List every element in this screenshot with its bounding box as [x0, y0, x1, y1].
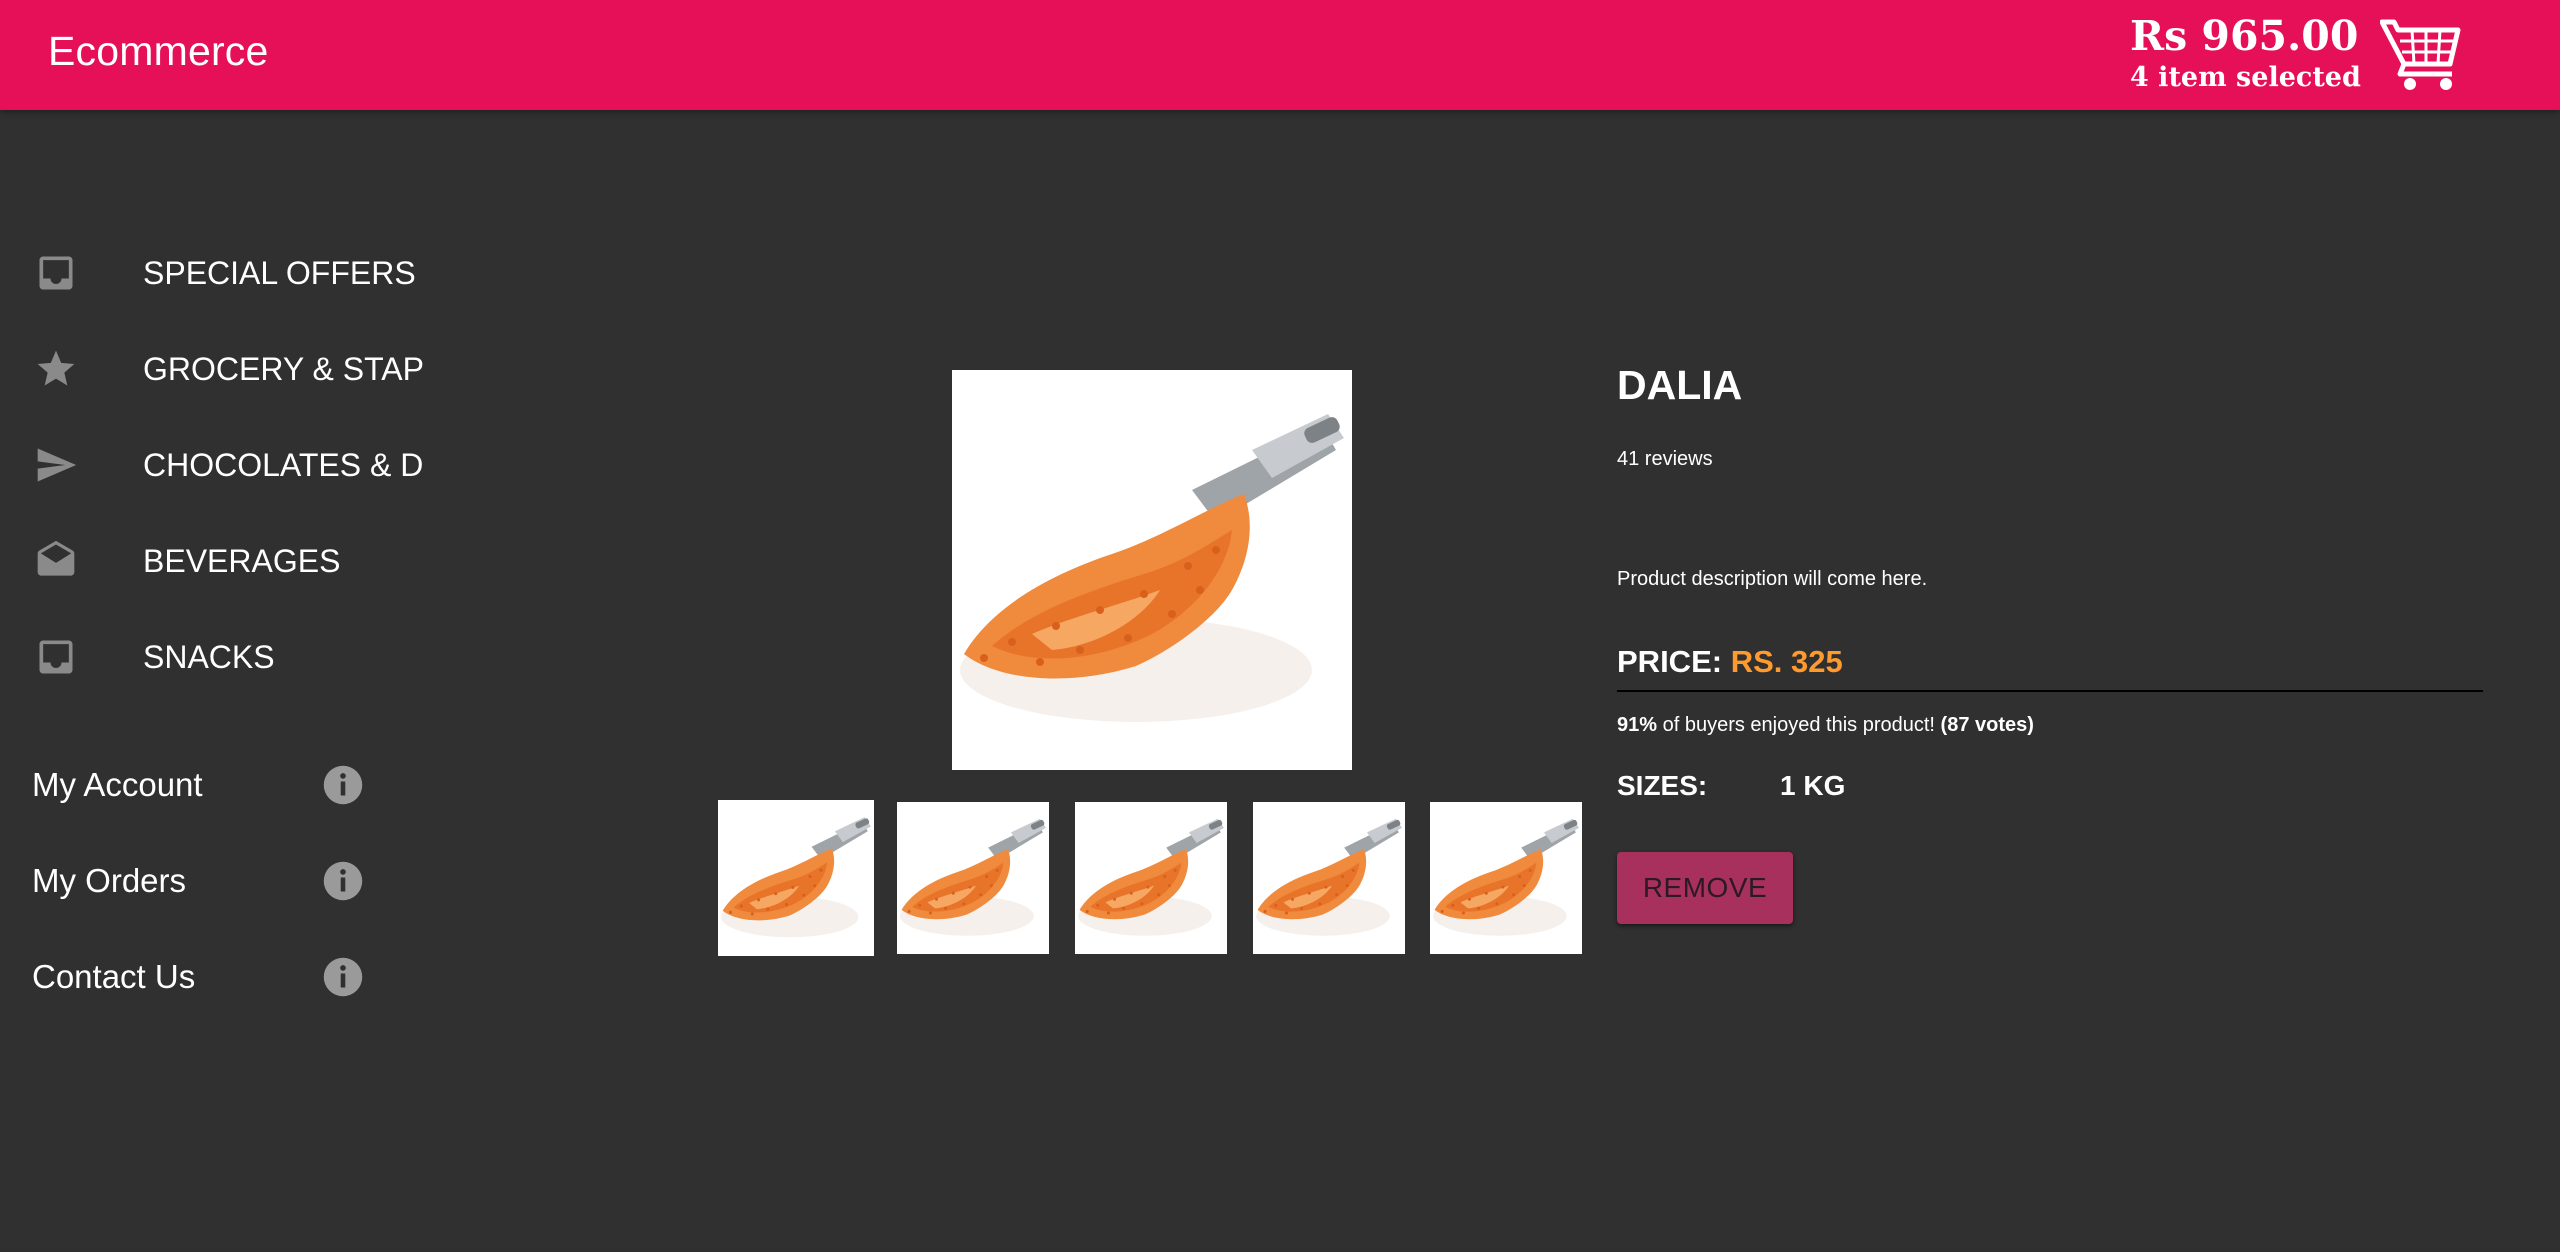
sidebar-link-my-orders[interactable]: My Orders [0, 841, 400, 921]
sidebar-link-label: My Orders [32, 862, 187, 899]
product-thumbnail-3[interactable] [1075, 802, 1227, 954]
vote-count: (87 votes) [1940, 714, 2034, 736]
inbox-icon [34, 635, 78, 679]
cart-total: Rs 965.00 [2130, 12, 2359, 60]
product-name: DALIA [1617, 362, 1743, 408]
sidebar-item-beverages[interactable]: BEVERAGES [0, 521, 420, 601]
star-icon [34, 347, 78, 391]
size-option[interactable]: 1 KG [1780, 770, 1845, 802]
sidebar-item-grocery[interactable]: GROCERY & STAP [0, 329, 424, 409]
sidebar-link-label: My Account [32, 766, 203, 803]
product-thumbnail-1[interactable] [718, 800, 874, 956]
rating-percent: 91% [1617, 714, 1658, 736]
product-thumbnail-5[interactable] [1430, 802, 1582, 954]
product-thumbnail-2[interactable] [897, 802, 1049, 954]
price-row: PRICE: RS. 325 [1617, 644, 2483, 692]
sidebar-link-my-account[interactable]: My Account [0, 745, 400, 825]
product-description: Product description will come here. [1617, 568, 1928, 590]
cart-item-count: 4 item selected [2130, 62, 2361, 93]
price-value: RS. 325 [1730, 644, 1843, 679]
sidebar-link-label: Contact Us [32, 958, 196, 995]
sidebar-item-chocolates[interactable]: CHOCOLATES & D [0, 425, 424, 505]
sidebar-item-label: CHOCOLATES & D [143, 446, 424, 483]
shopping-cart-icon[interactable] [2379, 14, 2464, 94]
price-label: PRICE: [1617, 644, 1731, 679]
sizes-label: SIZES: [1617, 770, 1708, 801]
sidebar-item-label: BEVERAGES [143, 542, 341, 579]
remove-button[interactable]: REMOVE [1617, 852, 1793, 924]
buyer-rating: 91% of buyers enjoyed this product! (87 … [1617, 714, 2034, 737]
info-icon[interactable] [322, 860, 364, 902]
send-icon [34, 443, 78, 487]
sidebar-item-special-offers[interactable]: SPECIAL OFFERS [0, 233, 420, 313]
info-icon[interactable] [322, 956, 364, 998]
sidebar-item-snacks[interactable]: SNACKS [0, 617, 420, 697]
app-title[interactable]: Ecommerce [48, 28, 269, 75]
sidebar-item-label: SPECIAL OFFERS [143, 254, 416, 291]
product-thumbnail-4[interactable] [1253, 802, 1405, 954]
review-count[interactable]: 41 reviews [1617, 448, 1713, 471]
sidebar-item-label: SNACKS [143, 638, 275, 675]
inbox-icon [34, 251, 78, 295]
sidebar-link-contact-us[interactable]: Contact Us [0, 937, 400, 1017]
rating-text: of buyers enjoyed this product! [1657, 714, 1941, 736]
sidebar-item-label: GROCERY & STAP [143, 350, 424, 387]
info-icon[interactable] [322, 764, 364, 806]
app-bar: Ecommerce Rs 965.00 4 item selected [0, 0, 2560, 110]
drafts-icon [34, 539, 78, 583]
product-image [952, 370, 1352, 770]
